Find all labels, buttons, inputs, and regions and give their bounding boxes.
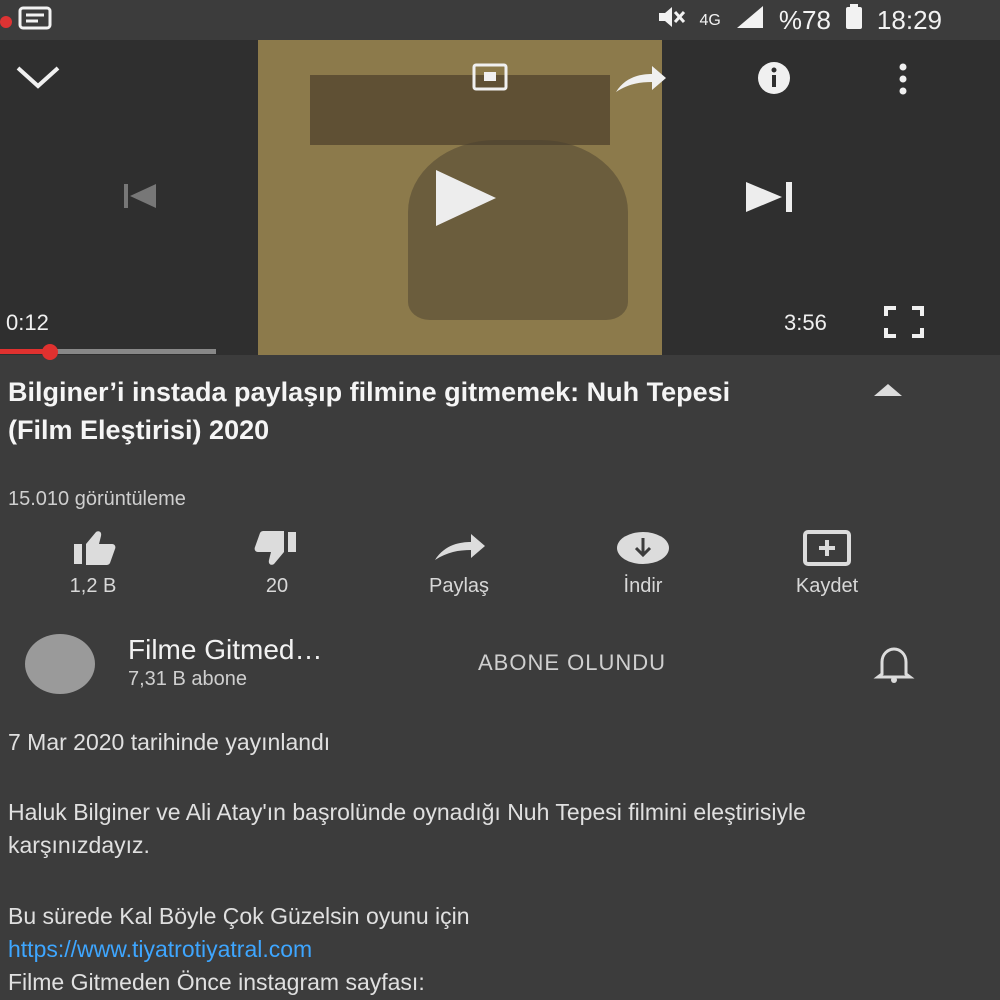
fullscreen-icon[interactable] (884, 306, 924, 338)
save-button[interactable]: Kaydet (752, 525, 902, 598)
channel-avatar[interactable] (25, 634, 95, 694)
progress-scrubber-handle[interactable] (42, 344, 58, 360)
notification-bell-icon[interactable] (872, 644, 916, 689)
save-label: Kaydet (795, 575, 859, 597)
subscriber-count: 7,31 B abone (128, 668, 247, 690)
notification-dot-icon (0, 15, 12, 28)
mute-icon (656, 4, 686, 37)
elapsed-time: 0:12 (6, 310, 49, 335)
like-button[interactable]: 1,2 B (18, 525, 168, 598)
subscribed-button[interactable]: ABONE OLUNDU (478, 650, 666, 676)
minimize-chevron-icon[interactable] (14, 62, 62, 92)
battery-percent: %78 (778, 5, 831, 35)
download-icon (615, 528, 671, 573)
cast-icon[interactable] (470, 62, 510, 96)
thumbs-down-icon (252, 528, 302, 573)
add-to-playlist-icon (799, 528, 855, 573)
description-paragraph: Filme Gitmeden Önce instagram sayfası: (8, 969, 425, 995)
action-bar: 1,2 B 20 Paylaş İndir Kaydet (0, 525, 1000, 605)
description-paragraph: Bu sürede Kal Böyle Çok Güzelsin oyunu i… (8, 903, 470, 929)
download-button[interactable]: İndir (568, 525, 718, 598)
channel-row: Filme Gitmed… 7,31 B abone ABONE OLUNDU (0, 632, 1000, 702)
description-paragraph: Haluk Bilginer ve Ali Atay'ın başrolünde… (8, 799, 806, 858)
collapse-description-icon[interactable] (870, 380, 906, 405)
info-icon[interactable] (756, 60, 792, 96)
dislike-count: 20 (265, 575, 289, 597)
thumbs-up-icon (68, 528, 118, 573)
thumbnail-title-art (310, 75, 610, 145)
download-label: İndir (623, 575, 663, 597)
status-bar: 4G %78 18:29 (0, 0, 1000, 40)
duration-time: 3:56 (784, 310, 827, 335)
next-icon[interactable] (742, 178, 798, 216)
share-button[interactable]: Paylaş (384, 525, 534, 598)
view-count: 15.010 görüntüleme (8, 488, 186, 510)
dislike-button[interactable]: 20 (202, 525, 352, 598)
share-label: Paylaş (428, 575, 490, 597)
share-icon (431, 532, 487, 569)
like-count: 1,2 B (69, 575, 117, 597)
video-player[interactable]: 0:12 3:56 (0, 40, 1000, 355)
previous-icon[interactable] (120, 180, 160, 212)
network-type: 4G (699, 11, 721, 29)
share-arrow-icon[interactable] (612, 64, 668, 96)
publish-date: 7 Mar 2020 tarihinde yayınlandı (8, 729, 331, 755)
thumbnail-figure-art (408, 140, 628, 320)
channel-name[interactable]: Filme Gitmed… (128, 634, 322, 666)
signal-icon (735, 4, 765, 37)
play-icon[interactable] (430, 168, 500, 228)
video-title[interactable]: Bilginer’i instada paylaşıp filmine gitm… (8, 373, 768, 449)
more-options-icon[interactable] (896, 62, 910, 96)
description-link[interactable]: https://www.tiyatrotiyatral.com (8, 933, 988, 966)
clock: 18:29 (876, 5, 942, 35)
message-icon (18, 6, 52, 37)
battery-icon (845, 4, 863, 37)
